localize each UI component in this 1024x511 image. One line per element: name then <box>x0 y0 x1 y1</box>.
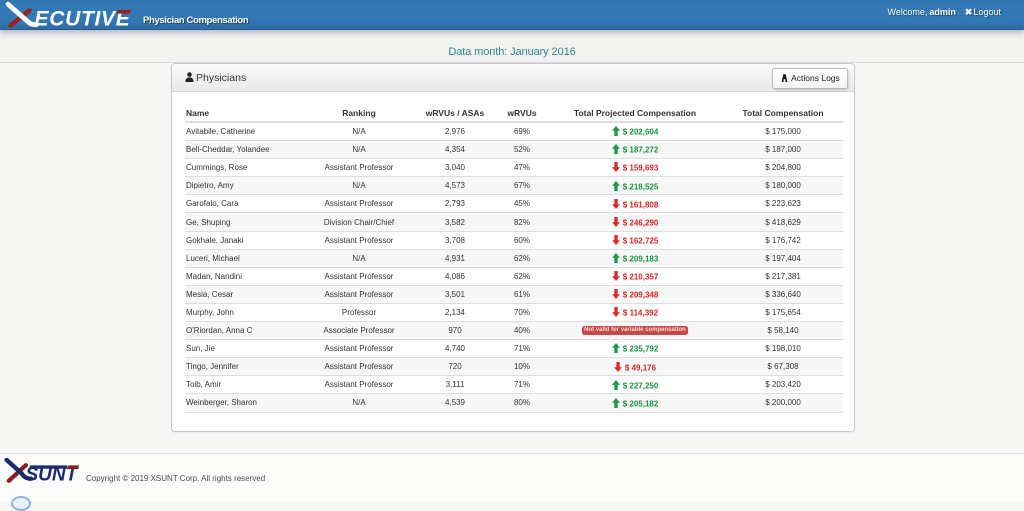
svg-text:ECUTIVE: ECUTIVE <box>35 8 131 30</box>
